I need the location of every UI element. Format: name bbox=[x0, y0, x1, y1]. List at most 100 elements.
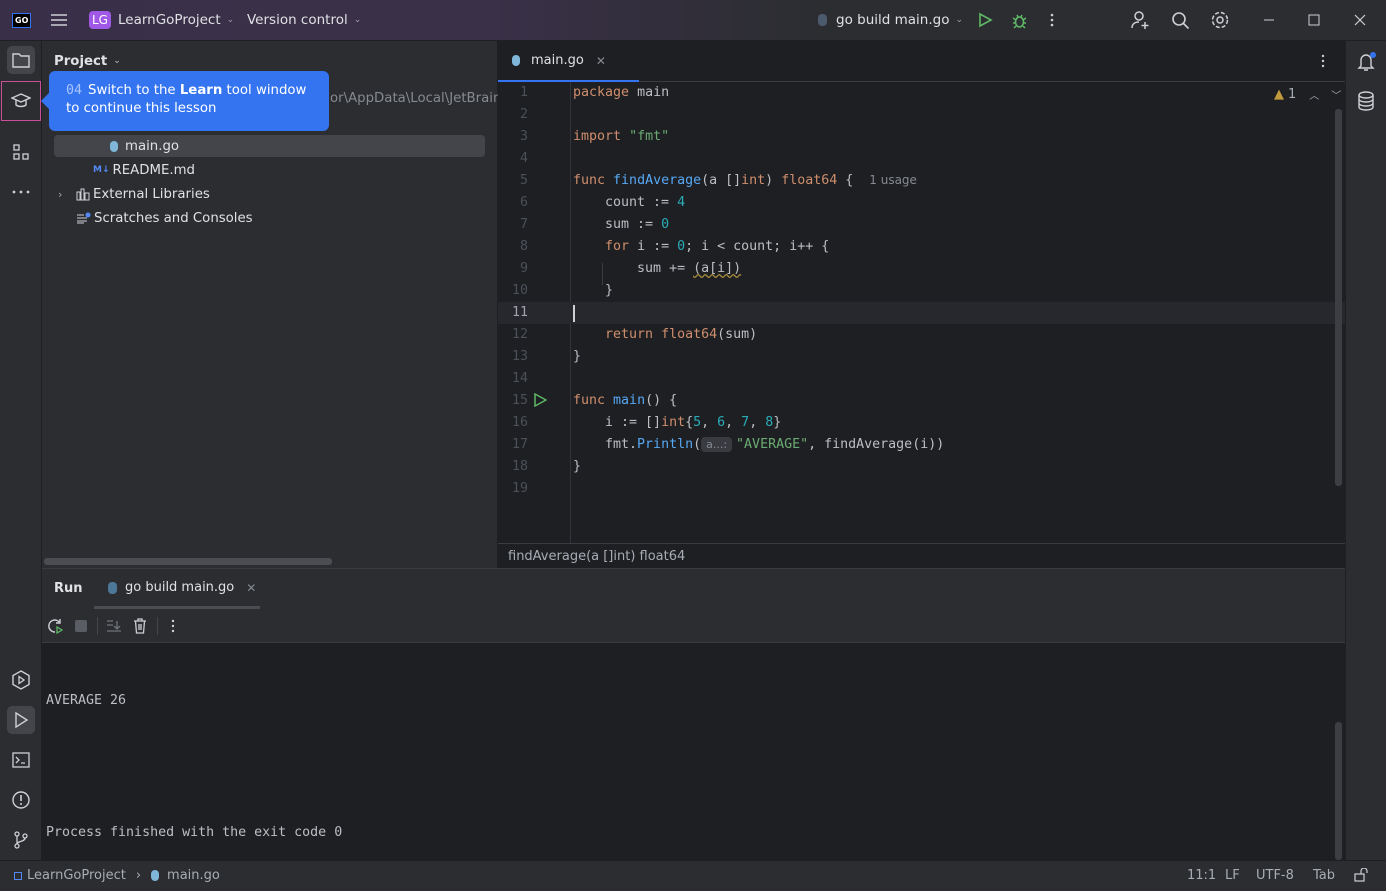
console-line: AVERAGE 26 bbox=[46, 693, 127, 708]
chevron-right-icon: › bbox=[135, 868, 142, 883]
tree-item-main-go[interactable]: main.go bbox=[54, 135, 485, 157]
right-tool-stripe bbox=[1345, 41, 1386, 860]
run-icon[interactable] bbox=[977, 0, 993, 40]
vertical-scrollbar[interactable] bbox=[1335, 109, 1342, 486]
more-tools-icon[interactable] bbox=[7, 178, 35, 206]
trash-icon[interactable] bbox=[133, 618, 147, 634]
close-tab-icon[interactable]: ✕ bbox=[246, 581, 256, 595]
usage-hint[interactable]: 1 usage bbox=[869, 173, 917, 187]
project-folder-icon[interactable] bbox=[7, 46, 35, 74]
rerun-icon[interactable] bbox=[47, 618, 63, 634]
code-token: float64 bbox=[661, 327, 718, 342]
code-line[interactable]: package main bbox=[573, 85, 669, 100]
line-number: 6 bbox=[519, 195, 528, 210]
code-line[interactable]: fmt.Println(a...: "AVERAGE", findAverage(… bbox=[573, 437, 944, 452]
status-file[interactable]: main.go bbox=[167, 868, 220, 883]
code-token: , bbox=[808, 437, 825, 452]
code-line[interactable]: } bbox=[573, 349, 581, 364]
project-view-selector[interactable]: Project ⌄ bbox=[54, 50, 121, 72]
learn-graduation-cap-icon[interactable] bbox=[1, 81, 41, 121]
code-line[interactable]: i := []int{5, 6, 7, 8} bbox=[573, 415, 781, 430]
gopher-file-icon bbox=[151, 870, 160, 881]
maximize-icon[interactable] bbox=[1308, 0, 1320, 40]
code-line[interactable]: sum := 0 bbox=[573, 217, 669, 232]
code-token: 0 bbox=[677, 239, 686, 254]
tree-item-scratches[interactable]: Scratches and Consoles bbox=[76, 207, 253, 229]
code-line[interactable]: import "fmt" bbox=[573, 129, 669, 144]
caret-position[interactable]: 11:1 bbox=[1187, 868, 1216, 883]
horizontal-scrollbar[interactable] bbox=[44, 558, 332, 565]
code-editor[interactable]: main.go ✕ ▲ 1 ︿ ﹀ 1 package main 2 3 import "f… bbox=[498, 41, 1345, 568]
code-line[interactable]: for i := 0; i < count; i++ { bbox=[573, 239, 829, 254]
code-token: findAverage bbox=[824, 437, 913, 452]
problems-icon[interactable] bbox=[7, 786, 35, 814]
project-path: or\AppData\Local\JetBrains bbox=[330, 90, 498, 106]
code-token: 5 bbox=[693, 415, 702, 430]
code-token: } bbox=[573, 283, 614, 298]
unlock-icon[interactable] bbox=[1354, 868, 1368, 882]
title-bar: GO LG LearnGoProject ⌄ Version control ⌄ g… bbox=[0, 0, 1386, 41]
code-token: } bbox=[773, 415, 782, 430]
scroll-to-end-icon[interactable] bbox=[106, 619, 122, 633]
code-token: ; i < count; i++ { bbox=[685, 239, 830, 254]
run-gutter-icon[interactable] bbox=[533, 393, 547, 407]
tree-item-readme[interactable]: M↓ README.md bbox=[93, 159, 195, 181]
line-number: 13 bbox=[511, 349, 528, 364]
run-config-selector[interactable]: go build main.go ⌄ bbox=[818, 0, 963, 40]
module-icon bbox=[14, 871, 22, 880]
search-icon[interactable] bbox=[1171, 0, 1190, 40]
line-ending[interactable]: LF bbox=[1225, 868, 1240, 883]
tree-item-external-libraries[interactable]: › External Libraries bbox=[58, 183, 210, 205]
terminal-icon[interactable] bbox=[7, 746, 35, 774]
code-token: } bbox=[573, 459, 582, 474]
project-switcher[interactable]: LG LearnGoProject ⌄ bbox=[89, 0, 234, 40]
close-tab-icon[interactable]: ✕ bbox=[596, 54, 606, 68]
code-line[interactable]: } bbox=[573, 459, 581, 474]
database-icon[interactable] bbox=[1357, 91, 1375, 111]
stop-icon[interactable] bbox=[75, 620, 87, 632]
more-icon[interactable] bbox=[1046, 0, 1058, 40]
console-scrollbar[interactable] bbox=[1335, 722, 1342, 860]
close-icon[interactable] bbox=[1354, 0, 1366, 40]
status-project[interactable]: LearnGoProject bbox=[27, 868, 126, 883]
file-encoding[interactable]: UTF-8 bbox=[1256, 868, 1294, 883]
more-icon[interactable] bbox=[170, 618, 176, 634]
chevron-down-icon: ⌄ bbox=[353, 15, 362, 25]
gopher-file-icon bbox=[512, 55, 520, 66]
code-token: "fmt" bbox=[629, 129, 670, 144]
tab-main-go[interactable]: main.go ✕ bbox=[498, 41, 639, 82]
services-icon[interactable] bbox=[7, 666, 35, 694]
code-token: sum := bbox=[573, 217, 662, 232]
notifications-bell-icon[interactable] bbox=[1356, 51, 1378, 73]
learn-lesson-tooltip: 04 Switch to the Learn tool window to con… bbox=[41, 71, 329, 131]
left-tool-stripe bbox=[0, 41, 42, 860]
version-control-menu[interactable]: Version control ⌄ bbox=[247, 0, 361, 40]
code-line[interactable]: func findAverage(a []int) float64 { 1 us… bbox=[573, 173, 917, 188]
code-line[interactable]: sum += (a[i]) bbox=[573, 261, 741, 276]
run-panel-title: Run bbox=[54, 581, 83, 596]
git-icon[interactable] bbox=[7, 826, 35, 854]
chevron-right-icon[interactable]: › bbox=[58, 188, 76, 201]
settings-icon[interactable] bbox=[1210, 0, 1230, 40]
run-tool-icon[interactable] bbox=[7, 706, 35, 734]
code-line[interactable]: } bbox=[573, 283, 613, 298]
code-token: sum += bbox=[573, 261, 694, 276]
code-token: { bbox=[837, 173, 870, 188]
indent-setting[interactable]: Tab bbox=[1313, 868, 1335, 883]
debug-icon[interactable] bbox=[1011, 0, 1028, 40]
editor-breadcrumb[interactable]: findAverage(a []int) float64 bbox=[498, 543, 1345, 568]
line-number: 16 bbox=[511, 415, 528, 430]
add-user-icon[interactable] bbox=[1131, 0, 1151, 40]
line-number: 2 bbox=[519, 107, 528, 122]
structure-icon[interactable] bbox=[7, 138, 35, 166]
code-line[interactable]: return float64(sum) bbox=[573, 327, 757, 342]
hamburger-menu-icon[interactable] bbox=[50, 0, 68, 40]
code-line[interactable]: count := 4 bbox=[573, 195, 685, 210]
code-line[interactable]: func main() { bbox=[573, 393, 677, 408]
more-icon[interactable] bbox=[1320, 53, 1326, 69]
run-tab-go-build[interactable]: go build main.go ✕ bbox=[94, 569, 260, 609]
minimize-icon[interactable] bbox=[1263, 0, 1275, 40]
console-output[interactable]: AVERAGE 26 Process finished with the exi… bbox=[46, 646, 342, 888]
